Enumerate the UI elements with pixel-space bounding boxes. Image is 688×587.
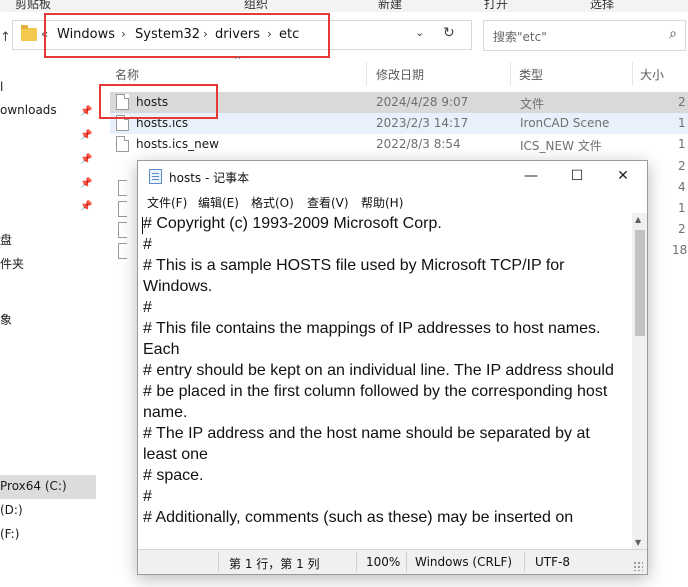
file-row-hosts-ics-new[interactable]: hosts.ics_new 2022/8/3 8:54 ICS_NEW 文件 1 [110,134,688,155]
sort-up-icon: ^ [234,56,242,66]
nav-item-partial[interactable]: 盘 [0,231,12,248]
pin-icon: 📌 [80,178,93,189]
ribbon-group-new: 新建 [378,0,403,11]
scroll-up-icon[interactable]: ▲ [635,215,641,224]
search-placeholder: 搜索"etc" [493,30,547,44]
navigation-pane: l ownloads 📌 📌 📌 📌 📌 盘 件夹 象 Prox64 (C:) … [0,58,96,587]
status-zoom: 100% [366,555,401,569]
file-icon [118,243,127,259]
pin-icon: 📌 [80,106,93,117]
menu-help[interactable]: 帮助(H) [361,194,403,211]
column-header-type[interactable]: 类型 [519,66,543,83]
file-type: IronCAD Scene [520,116,610,130]
status-divider [524,552,525,572]
file-name: hosts.ics_new [136,137,219,151]
nav-item-drive-f[interactable]: (F:) [0,527,19,541]
scroll-down-icon[interactable]: ▼ [635,538,641,547]
notepad-title-bar[interactable]: hosts - 记事本 — ☐ ✕ [138,161,647,191]
nav-item-partial[interactable]: l [0,80,3,94]
file-icon [116,136,129,152]
file-date: 2023/2/3 14:17 [376,116,469,130]
menu-format[interactable]: 格式(O) [251,194,294,211]
file-size: 1 [678,137,686,151]
file-icon [118,201,127,217]
refresh-icon[interactable]: ↻ [443,25,455,41]
pin-icon: 📌 [80,130,93,141]
status-encoding: UTF-8 [535,555,570,569]
column-header-size[interactable]: 大小 [640,66,664,83]
ribbon-group-open: 打开 [484,0,509,11]
status-line-ending: Windows (CRLF) [415,555,513,569]
file-icon [118,180,127,196]
file-size-partial: 4 [678,180,686,194]
scrollbar-thumb[interactable] [635,230,645,336]
column-header-modified[interactable]: 修改日期 [376,66,424,83]
file-type: 文件 [520,97,545,111]
search-input[interactable]: 搜索"etc" ⌕ [483,20,686,51]
column-divider[interactable] [366,62,367,86]
search-icon[interactable]: ⌕ [669,26,677,42]
ribbon-group-clipboard: 剪贴板 [15,0,52,11]
vertical-scrollbar[interactable]: ▲ ▼ [632,213,647,549]
nav-item-drive-d[interactable]: (D:) [0,503,23,517]
notepad-status-bar: 第 1 行，第 1 列 100% Windows (CRLF) UTF-8 [138,549,647,574]
menu-view[interactable]: 查看(V) [307,194,349,211]
notepad-menu-bar: 文件(F) 编辑(E) 格式(O) 查看(V) 帮助(H) [138,191,647,213]
file-size-partial: 1 [678,201,686,215]
ribbon-group-organize: 组织 [244,0,269,11]
chevron-down-icon[interactable]: ⌄ [415,26,424,39]
maximize-button[interactable]: ☐ [554,161,600,191]
file-size-partial: 2 [678,159,686,173]
column-header-name[interactable]: 名称 [115,66,139,83]
up-arrow-icon[interactable]: ↑ [0,30,11,45]
file-size: 2 [678,95,686,109]
column-divider[interactable] [510,62,511,86]
file-size: 1 [678,116,686,130]
nav-item-partial[interactable]: 象 [0,311,12,328]
file-size-partial: 2 [678,222,686,236]
text-caret [142,217,143,234]
file-date: 2022/8/3 8:54 [376,137,461,151]
pin-icon: 📌 [80,201,93,212]
notepad-text-area[interactable]: # Copyright (c) 1993-2009 Microsoft Corp… [138,213,632,549]
file-type: ICS_NEW 文件 [520,139,602,153]
column-divider[interactable] [632,62,633,86]
resize-grip-icon[interactable] [633,561,643,571]
nav-item-partial[interactable]: 件夹 [0,255,24,272]
ribbon-labels: 剪贴板 组织 新建 打开 选择 [0,0,688,12]
file-icon [118,222,127,238]
highlight-box-address [44,13,330,58]
status-divider [218,552,219,572]
notepad-window[interactable]: hosts - 记事本 — ☐ ✕ 文件(F) 编辑(E) 格式(O) 查看(V… [137,160,648,575]
file-size-partial: 18 [672,243,688,257]
notepad-title: hosts - 记事本 [169,171,250,185]
minimize-button[interactable]: — [508,161,554,191]
folder-icon [21,25,37,41]
menu-file[interactable]: 文件(F) [147,194,187,211]
nav-item-downloads[interactable]: ownloads [0,103,57,117]
highlight-box-hosts [99,84,218,119]
pin-icon: 📌 [80,154,93,165]
ribbon-group-select: 选择 [590,0,615,11]
close-button[interactable]: ✕ [600,161,646,191]
status-cursor-position: 第 1 行，第 1 列 [229,557,320,571]
menu-edit[interactable]: 编辑(E) [198,194,239,211]
status-divider [356,552,357,572]
file-date: 2024/4/28 9:07 [376,95,469,109]
nav-item-drive-c[interactable]: Prox64 (C:) [0,479,67,493]
status-divider [406,552,407,572]
notepad-icon [149,169,162,184]
